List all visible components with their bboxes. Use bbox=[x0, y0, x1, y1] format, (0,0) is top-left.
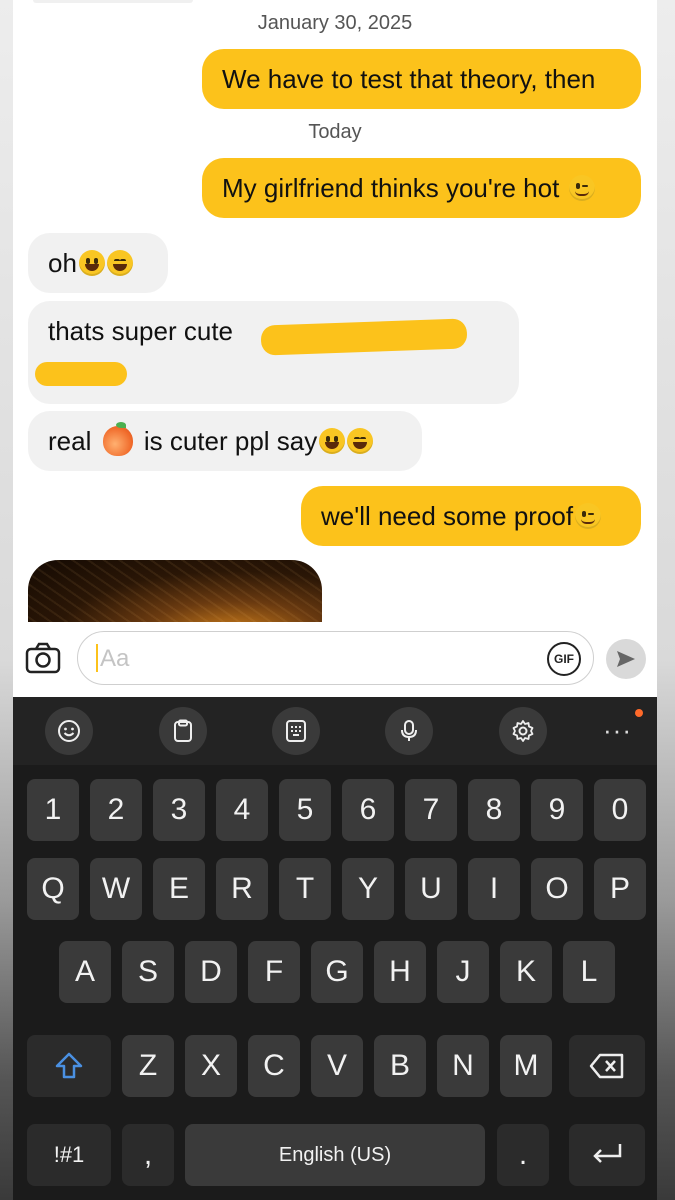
key-1[interactable]: 1 bbox=[27, 779, 79, 841]
wink-emoji-icon bbox=[575, 503, 602, 529]
key-o[interactable]: O bbox=[531, 858, 583, 920]
laugh-emoji-icon bbox=[347, 428, 374, 454]
message-text: we'll need some proof bbox=[321, 501, 574, 531]
message-text: My girlfriend thinks you're hot bbox=[222, 173, 560, 203]
key-9[interactable]: 9 bbox=[531, 779, 583, 841]
message-input[interactable]: Aa GIF bbox=[77, 631, 594, 685]
key-p[interactable]: P bbox=[594, 858, 646, 920]
key-c[interactable]: C bbox=[248, 1035, 300, 1097]
key-m[interactable]: M bbox=[500, 1035, 552, 1097]
notification-dot bbox=[635, 709, 643, 717]
date-separator-today: Today bbox=[308, 121, 362, 143]
text-cursor bbox=[96, 644, 98, 672]
key-q[interactable]: Q bbox=[27, 858, 79, 920]
key-h[interactable]: H bbox=[374, 941, 426, 1003]
message-text: We have to test that theory, then bbox=[222, 64, 596, 94]
key-x[interactable]: X bbox=[185, 1035, 237, 1097]
key-l[interactable]: L bbox=[563, 941, 615, 1003]
message-text: real bbox=[48, 426, 92, 456]
key-8[interactable]: 8 bbox=[468, 779, 520, 841]
peach-emoji-icon bbox=[102, 422, 133, 456]
key-u[interactable]: U bbox=[405, 858, 457, 920]
keypad-icon[interactable] bbox=[272, 707, 320, 755]
chat-thread[interactable]: January 30, 2025 We have to test that th… bbox=[13, 0, 657, 622]
key-5[interactable]: 5 bbox=[279, 779, 331, 841]
received-message[interactable]: oh bbox=[28, 233, 168, 293]
input-placeholder: Aa bbox=[100, 645, 130, 672]
key-b[interactable]: B bbox=[374, 1035, 426, 1097]
phone-screen: January 30, 2025 We have to test that th… bbox=[13, 0, 657, 1200]
key-a[interactable]: A bbox=[59, 941, 111, 1003]
message-text: thats super cute bbox=[48, 316, 233, 346]
key-k[interactable]: K bbox=[500, 941, 552, 1003]
gif-button[interactable]: GIF bbox=[547, 642, 581, 676]
keyboard-toolbar: ··· bbox=[13, 697, 657, 765]
key-3[interactable]: 3 bbox=[153, 779, 205, 841]
more-icon[interactable]: ··· bbox=[603, 715, 632, 746]
message-text: is cuter ppl say bbox=[143, 426, 318, 456]
gear-icon[interactable] bbox=[499, 707, 547, 755]
key-6[interactable]: 6 bbox=[342, 779, 394, 841]
sent-message[interactable]: My girlfriend thinks you're hot bbox=[202, 158, 641, 218]
key-n[interactable]: N bbox=[437, 1035, 489, 1097]
key-v[interactable]: V bbox=[311, 1035, 363, 1097]
key-z[interactable]: Z bbox=[122, 1035, 174, 1097]
send-button[interactable] bbox=[606, 639, 646, 679]
key-t[interactable]: T bbox=[279, 858, 331, 920]
key-d[interactable]: D bbox=[185, 941, 237, 1003]
shift-key[interactable] bbox=[27, 1035, 111, 1097]
message-text: oh bbox=[48, 248, 77, 278]
backspace-key[interactable] bbox=[569, 1035, 645, 1097]
key-e[interactable]: E bbox=[153, 858, 205, 920]
keyboard: ··· 1 2 3 4 5 6 7 8 9 0 Q W E R T Y U I … bbox=[13, 697, 657, 1200]
redaction-scribble bbox=[35, 362, 127, 386]
key-r[interactable]: R bbox=[216, 858, 268, 920]
grin-emoji-icon bbox=[78, 250, 105, 276]
message-input-bar: Aa GIF bbox=[13, 622, 657, 697]
enter-icon bbox=[593, 1144, 622, 1163]
laugh-emoji-icon bbox=[106, 250, 133, 276]
key-s[interactable]: S bbox=[122, 941, 174, 1003]
key-w[interactable]: W bbox=[90, 858, 142, 920]
received-message[interactable]: real is cuter ppl say bbox=[28, 411, 422, 471]
mic-icon[interactable] bbox=[385, 707, 433, 755]
sent-message[interactable]: we'll need some proof bbox=[301, 486, 641, 546]
clipboard-icon[interactable] bbox=[159, 707, 207, 755]
key-j[interactable]: J bbox=[437, 941, 489, 1003]
symbols-key[interactable]: !#1 bbox=[27, 1124, 111, 1186]
key-4[interactable]: 4 bbox=[216, 779, 268, 841]
grin-emoji-icon bbox=[319, 428, 346, 454]
sent-message[interactable]: We have to test that theory, then bbox=[202, 49, 641, 109]
key-2[interactable]: 2 bbox=[90, 779, 142, 841]
key-g[interactable]: G bbox=[311, 941, 363, 1003]
key-y[interactable]: Y bbox=[342, 858, 394, 920]
camera-icon[interactable] bbox=[25, 640, 61, 676]
key-f[interactable]: F bbox=[248, 941, 300, 1003]
key-i[interactable]: I bbox=[468, 858, 520, 920]
emoji-icon[interactable] bbox=[45, 707, 93, 755]
key-0[interactable]: 0 bbox=[594, 779, 646, 841]
space-key[interactable]: English (US) bbox=[185, 1124, 485, 1186]
key-7[interactable]: 7 bbox=[405, 779, 457, 841]
comma-key[interactable]: , bbox=[122, 1124, 174, 1186]
enter-key[interactable] bbox=[569, 1124, 645, 1186]
backspace-icon bbox=[589, 1053, 624, 1079]
period-key[interactable]: . bbox=[497, 1124, 549, 1186]
send-icon bbox=[617, 651, 635, 667]
date-separator: January 30, 2025 bbox=[257, 12, 413, 34]
wink-emoji-icon bbox=[568, 175, 595, 201]
received-photo[interactable] bbox=[28, 560, 322, 622]
shift-icon bbox=[55, 1052, 83, 1079]
previous-message-edge bbox=[33, 0, 193, 3]
